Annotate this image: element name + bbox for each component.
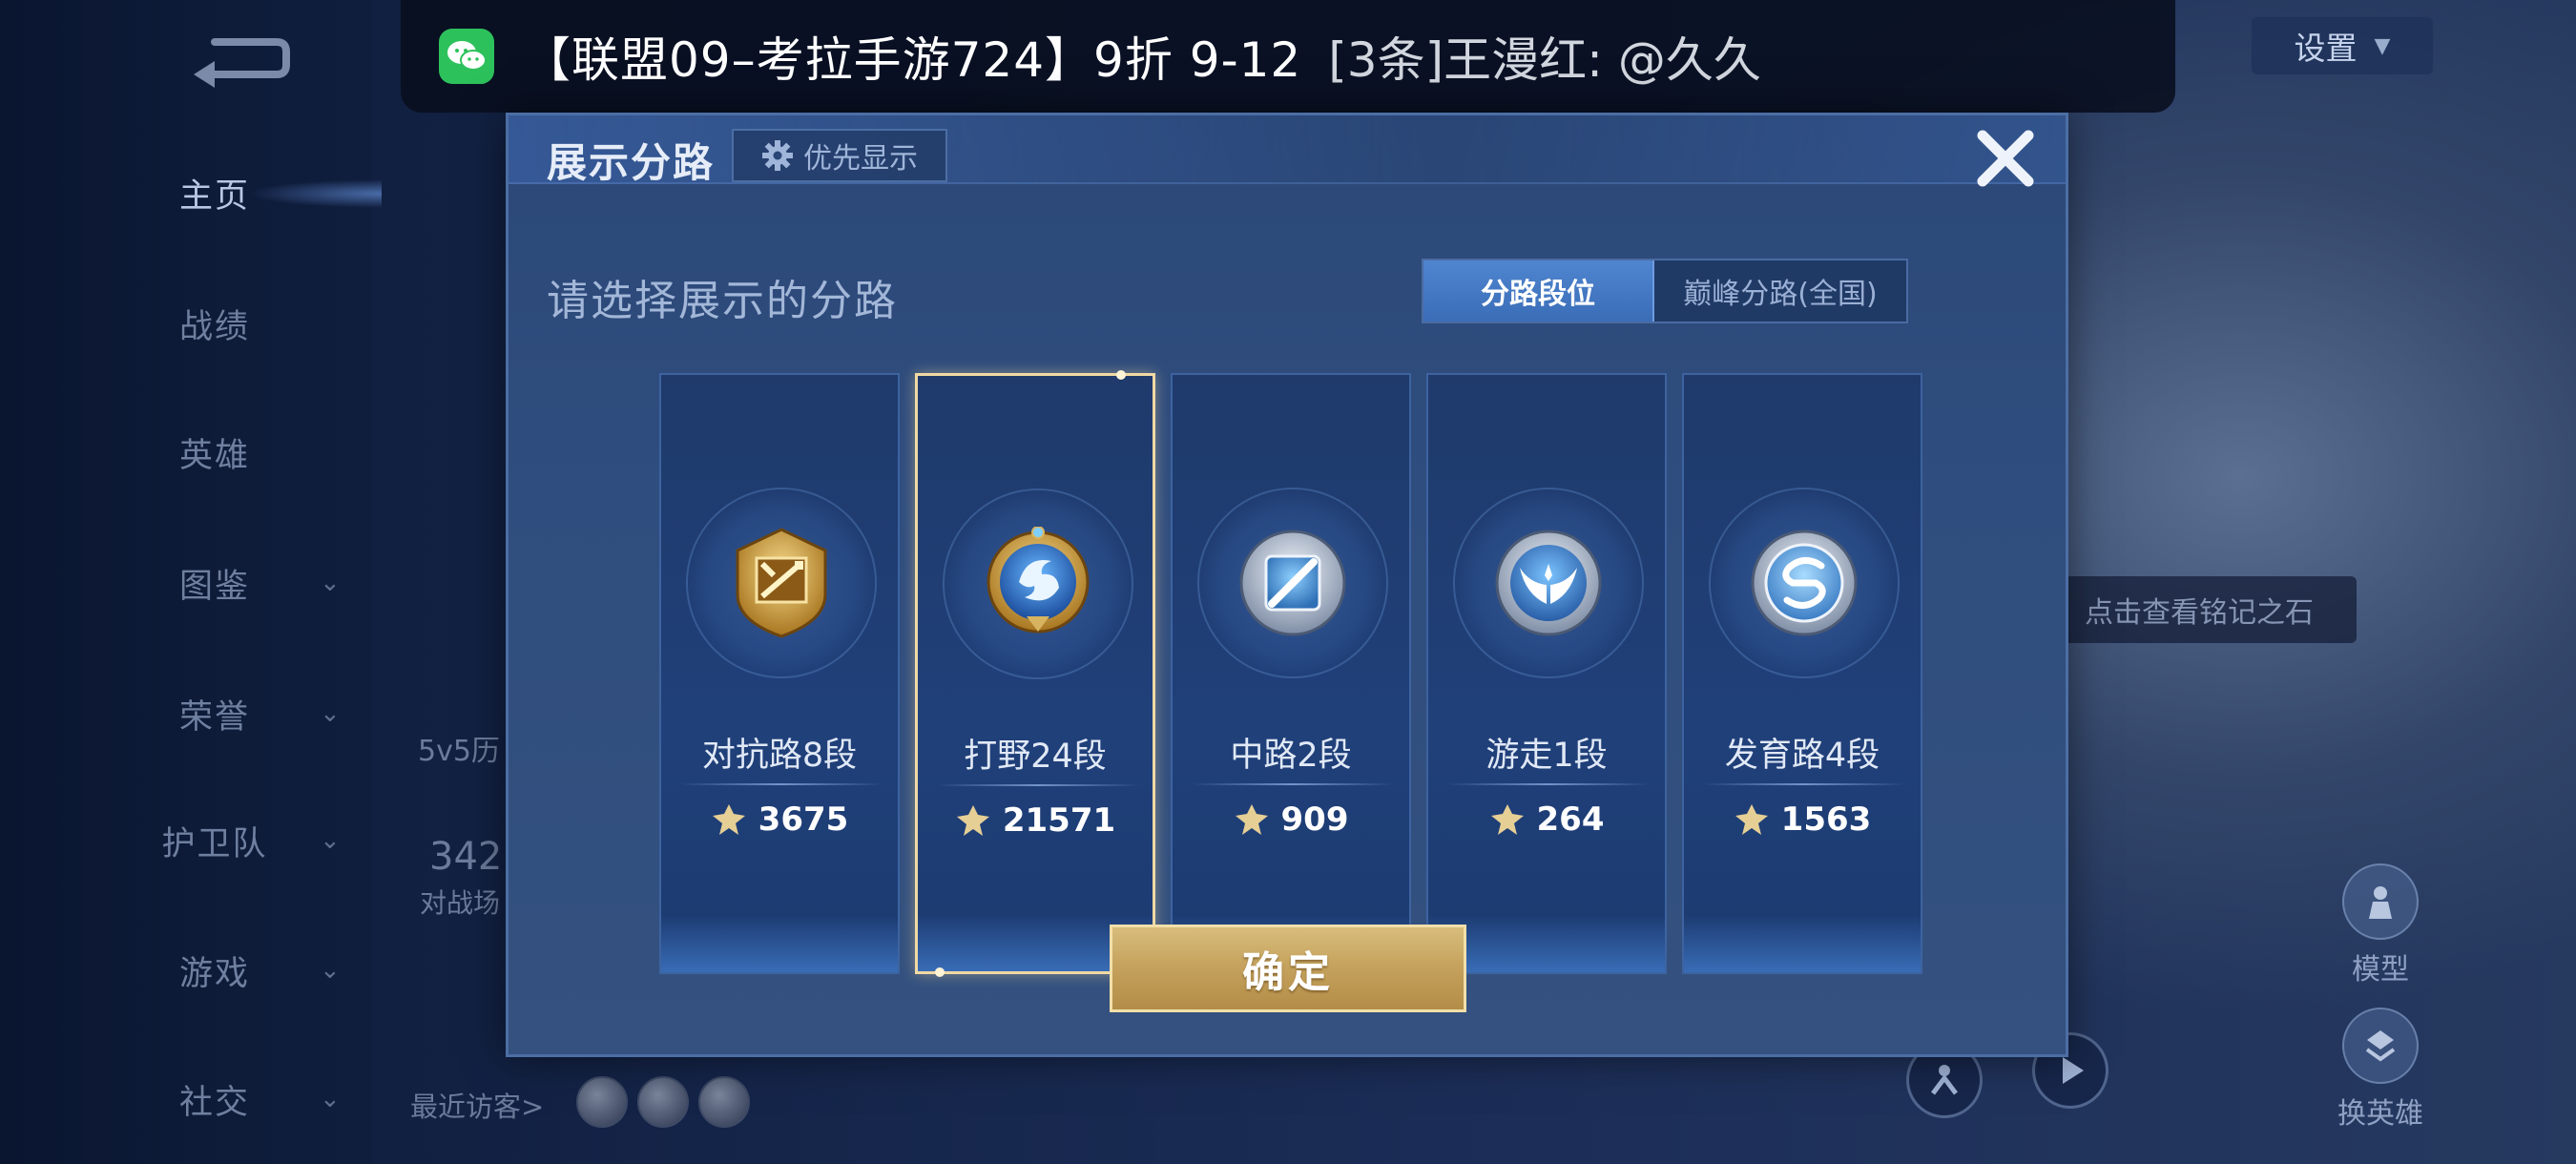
confirm-button[interactable]: 确定	[1110, 925, 1466, 1012]
power-icon	[956, 805, 989, 836]
select-lane-prompt: 请选择展示的分路	[547, 277, 898, 325]
sidebar-item-guard-team[interactable]: 护卫队 ⌄	[143, 812, 363, 869]
divider	[680, 783, 883, 785]
dragon-emblem-icon	[987, 527, 1090, 634]
sidebar-item-heroes[interactable]: 英雄	[143, 424, 363, 481]
switch-hero-label: 换英雄	[2337, 1097, 2423, 1131]
close-button[interactable]	[1968, 121, 2043, 196]
bow-emblem-icon	[1751, 530, 1858, 636]
back-arrow-icon	[194, 38, 290, 88]
sidebar-item-social[interactable]: 社交 ⌄	[143, 1070, 363, 1128]
lane-rank-label: 对抗路8段	[701, 737, 858, 775]
history-text: 5v5历	[418, 735, 500, 768]
power-icon	[712, 804, 745, 835]
lane-card-roam[interactable]: 游走1段 264	[1426, 373, 1667, 974]
priority-display-label: 优先显示	[803, 142, 918, 176]
model-label: 模型	[2352, 953, 2409, 987]
lane-card-top[interactable]: 对抗路8段 3675	[659, 373, 900, 974]
divider	[937, 784, 1139, 786]
inscription-tip[interactable]: 点击查看铭记之石	[2042, 576, 2357, 643]
selection-corner-dot	[935, 967, 945, 977]
play-icon	[2063, 1057, 2084, 1084]
stat-number: 342	[429, 835, 503, 879]
model-button[interactable]: 模型	[2318, 863, 2442, 987]
lane-score-row: 21571	[918, 801, 1153, 840]
card-bottom-glow	[1684, 915, 1921, 972]
lane-score: 1563	[1780, 800, 1872, 839]
selection-corner-dot	[1116, 370, 1126, 380]
hero-swap-icon	[2342, 1008, 2419, 1084]
visitor-avatar[interactable]	[637, 1076, 689, 1128]
display-lane-dialog: 展示分路 优先显示 请选择展示的分路 分路段位 巅峰分路(全国) 对抗路8段 3…	[506, 113, 2068, 1057]
divider	[1192, 783, 1394, 785]
notification-body: [3条]王漫红: @久久	[1328, 32, 1761, 88]
sidebar-item-label: 图鉴	[178, 567, 250, 606]
chevron-down-icon: ⌄	[320, 569, 341, 597]
sidebar-item-label: 社交	[178, 1083, 250, 1122]
lane-card-bot[interactable]: 发育路4段 1563	[1682, 373, 1922, 974]
card-bottom-glow	[661, 915, 898, 972]
sidebar-item-codex[interactable]: 图鉴 ⌄	[143, 554, 363, 612]
divider	[1703, 783, 1905, 785]
sidebar-item-honor[interactable]: 荣誉 ⌄	[143, 685, 363, 742]
priority-display-button[interactable]: 优先显示	[732, 129, 947, 182]
lane-card-mid[interactable]: 中路2段 909	[1171, 373, 1411, 974]
lane-rank-label: 打野24段	[964, 738, 1107, 776]
lane-score-row: 3675	[661, 800, 898, 839]
recent-visitors-label[interactable]: 最近访客>	[410, 1085, 544, 1125]
chevron-down-icon: ⌄	[320, 956, 341, 985]
sidebar-item-label: 荣誉	[178, 697, 250, 737]
sidebar-item-label: 战绩	[178, 307, 250, 346]
gear-icon	[762, 140, 793, 171]
chevron-down-icon: ⌄	[320, 826, 341, 855]
switch-hero-button[interactable]: 换英雄	[2318, 1008, 2442, 1132]
person-icon	[2342, 863, 2419, 940]
tab-peak-lane-national[interactable]: 巅峰分路(全国)	[1654, 260, 1906, 322]
tab-lane-rank[interactable]: 分路段位	[1423, 260, 1654, 322]
chevron-down-icon: ⌄	[320, 1085, 341, 1113]
rank-type-toggle: 分路段位 巅峰分路(全国)	[1422, 259, 1908, 323]
settings-button[interactable]: 设置 ▼	[2252, 17, 2433, 74]
lane-rank-label: 中路2段	[1230, 737, 1352, 775]
sidebar-item-home[interactable]: 主页	[143, 164, 363, 221]
wechat-notification[interactable]: 【联盟09–考拉手游724】9折 9-12 [3条]王漫红: @久久	[401, 0, 2175, 113]
sidebar-item-label: 游戏	[178, 954, 250, 993]
visitor-avatar[interactable]	[576, 1076, 628, 1128]
dialog-title: 展示分路	[547, 139, 716, 186]
lane-card-jungle[interactable]: 打野24段 21571	[915, 370, 1155, 977]
sidebar: 主页 战绩 英雄 图鉴 ⌄ 荣誉 ⌄ 护卫队 ⌄ 游戏 ⌄ 社交 ⌄	[0, 0, 382, 1164]
sidebar-item-label: 英雄	[178, 436, 250, 475]
sword-emblem-icon	[736, 528, 827, 638]
lane-rank-label: 游走1段	[1485, 737, 1608, 775]
visitor-avatar[interactable]	[698, 1076, 750, 1128]
lane-rank-label: 发育路4段	[1724, 737, 1880, 775]
chevron-down-icon: ⌄	[320, 699, 341, 728]
settings-label: 设置	[2294, 30, 2358, 67]
lane-score: 3675	[758, 800, 849, 839]
lane-score-row: 909	[1173, 800, 1409, 839]
wechat-icon	[439, 29, 494, 84]
lane-score: 21571	[1002, 801, 1116, 840]
wings-emblem-icon	[1495, 530, 1602, 636]
sidebar-item-records[interactable]: 战绩	[143, 295, 363, 352]
stat-label: 对战场	[420, 887, 501, 919]
staff-emblem-icon	[1239, 530, 1346, 636]
figure-icon	[1931, 1065, 1958, 1095]
back-button[interactable]	[186, 29, 291, 88]
lane-score: 909	[1280, 800, 1349, 839]
power-icon	[1235, 804, 1268, 835]
lane-score-row: 264	[1428, 800, 1665, 839]
power-icon	[1735, 804, 1768, 835]
lane-score: 264	[1536, 800, 1605, 839]
power-icon	[1490, 804, 1524, 835]
close-icon	[1977, 130, 2034, 187]
notification-title: 【联盟09–考拉手游724】9折 9-12	[523, 32, 1302, 88]
divider	[1447, 783, 1650, 785]
sidebar-item-label: 主页	[178, 177, 250, 216]
sidebar-item-label: 护卫队	[161, 824, 268, 863]
sidebar-item-games[interactable]: 游戏 ⌄	[143, 942, 363, 999]
chevron-down-icon: ▼	[2374, 33, 2391, 58]
lane-score-row: 1563	[1684, 800, 1921, 839]
